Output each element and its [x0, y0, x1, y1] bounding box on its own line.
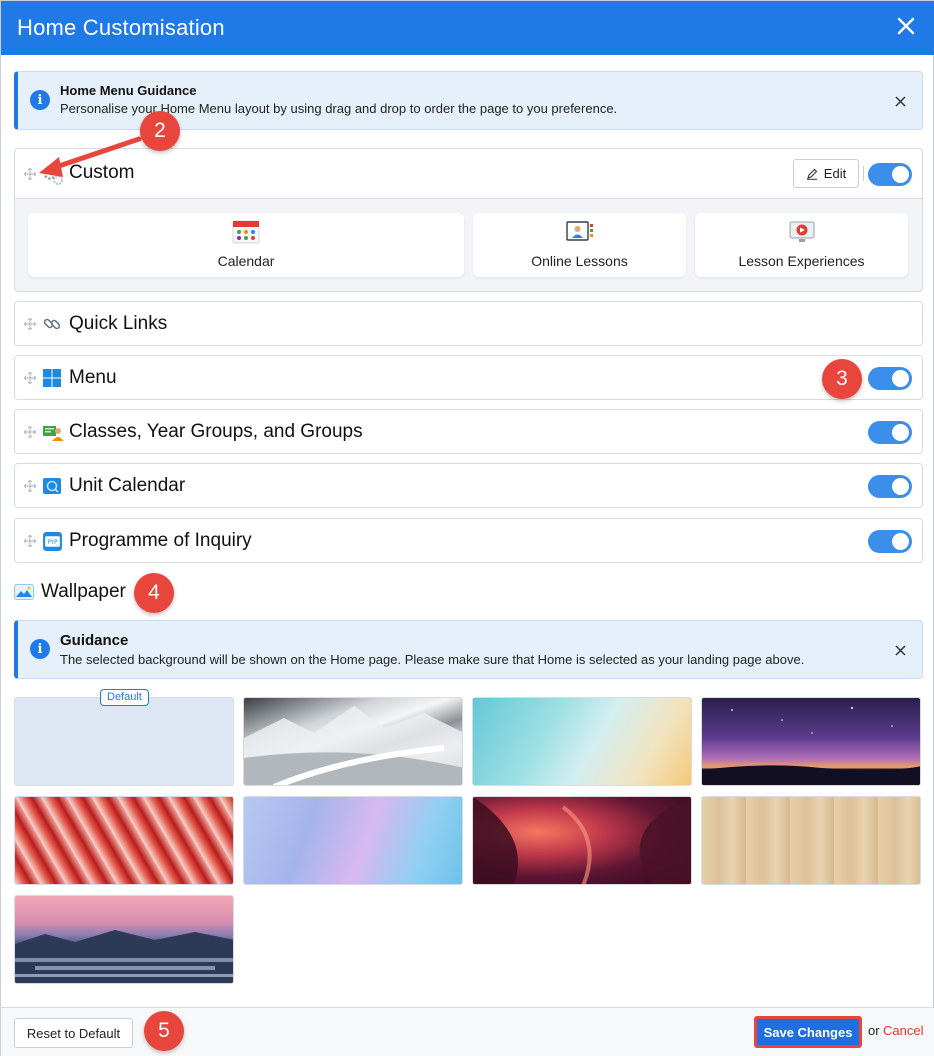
wallpaper-light-wood[interactable] — [701, 796, 921, 885]
wallpaper-red-canyon[interactable] — [472, 796, 692, 885]
custom-tile-calendar[interactable]: Calendar — [28, 213, 464, 277]
guidance-text: The selected background will be shown on… — [60, 652, 805, 667]
wallpaper-default-light-blue[interactable] — [14, 697, 234, 786]
section-label: Menu — [69, 366, 117, 388]
landscape-icon — [14, 584, 34, 600]
modal-footer: Reset to Default Save Changes or Cancel — [1, 1007, 934, 1056]
dismiss-guidance-icon[interactable] — [892, 93, 908, 109]
wallpaper-sunset-waterfalls[interactable] — [14, 895, 234, 984]
drag-handle-icon[interactable] — [24, 479, 36, 492]
pyp-icon: PYP — [43, 531, 62, 551]
divider — [863, 166, 864, 181]
drag-handle-icon[interactable] — [24, 425, 36, 438]
tile-label: Calendar — [217, 253, 275, 269]
guidance-title: Guidance — [60, 632, 129, 649]
wallpaper-purple-night-sky[interactable] — [701, 697, 921, 786]
programme-of-inquiry-toggle[interactable] — [868, 529, 912, 553]
windows-grid-icon — [43, 368, 61, 387]
custom-tile-online-lessons[interactable]: Online Lessons — [473, 213, 686, 277]
callout-badge: 2 — [140, 111, 180, 151]
callout-badge: 3 — [822, 359, 862, 399]
modal-header: Home Customisation — [1, 1, 934, 55]
cancel-link[interactable]: Cancel — [883, 1023, 923, 1038]
link-icon — [43, 318, 61, 329]
section-label: Unit Calendar — [69, 474, 186, 496]
modal-title: Home Customisation — [17, 15, 225, 40]
custom-section-header[interactable]: Custom Edit — [15, 149, 922, 199]
wallpaper-turquoise-watercolor[interactable] — [472, 697, 692, 786]
home-customisation-modal: Home Customisation i Home Menu Guidance … — [0, 0, 934, 1056]
wallpaper-guidance-alert: i Guidance The selected background will … — [14, 620, 923, 679]
svg-text:PYP: PYP — [47, 540, 58, 546]
callout-badge: 4 — [134, 573, 174, 613]
wallpaper-red-motion-streaks[interactable] — [14, 796, 234, 885]
menu-toggle[interactable] — [868, 366, 912, 390]
unit-calendar-icon — [43, 477, 61, 494]
edit-button[interactable]: Edit — [793, 159, 859, 188]
wallpaper-label: Wallpaper — [41, 581, 126, 602]
tile-label: Online Lessons — [531, 253, 628, 269]
edit-button-label: Edit — [823, 166, 847, 181]
or-text: or — [868, 1023, 880, 1038]
custom-tile-lesson-experiences[interactable]: Lesson Experiences — [695, 213, 908, 277]
pencil-icon — [806, 168, 818, 180]
drag-handle-icon[interactable] — [24, 317, 36, 330]
info-icon: i — [30, 90, 50, 110]
default-badge: Default — [100, 689, 149, 706]
guidance-text: Personalise your Home Menu layout by usi… — [60, 101, 618, 116]
section-classes-year-groups[interactable]: Classes, Year Groups, and Groups — [14, 409, 923, 454]
callout-badge: 5 — [144, 1011, 184, 1051]
classes-icon — [43, 425, 64, 441]
info-icon: i — [30, 639, 50, 659]
lesson-experiences-icon — [789, 221, 814, 242]
section-label: Classes, Year Groups, and Groups — [69, 420, 363, 442]
dismiss-guidance-icon[interactable] — [892, 642, 908, 658]
drag-handle-icon[interactable] — [24, 371, 36, 384]
section-menu[interactable]: Menu — [14, 355, 923, 400]
section-unit-calendar[interactable]: Unit Calendar — [14, 463, 923, 508]
section-label: Programme of Inquiry — [69, 529, 252, 551]
drag-handle-icon[interactable] — [24, 534, 36, 547]
wallpaper-snowy-mountain-road[interactable] — [243, 697, 463, 786]
unit-calendar-toggle[interactable] — [868, 474, 912, 498]
classes-toggle[interactable] — [868, 420, 912, 444]
callout-arrow-icon — [39, 136, 142, 177]
close-icon[interactable] — [891, 11, 921, 41]
section-programme-of-inquiry[interactable]: PYP Programme of Inquiry — [14, 518, 923, 563]
wallpaper-pastel-gradient[interactable] — [243, 796, 463, 885]
reset-to-default-button[interactable]: Reset to Default — [14, 1018, 133, 1048]
section-label: Quick Links — [69, 312, 168, 334]
section-quick-links[interactable]: Quick Links — [14, 301, 923, 346]
tile-label: Lesson Experiences — [738, 253, 865, 269]
online-lessons-icon — [565, 221, 593, 241]
calendar-icon — [232, 220, 260, 244]
custom-toggle[interactable] — [868, 163, 912, 186]
save-changes-button[interactable]: Save Changes — [754, 1016, 862, 1048]
guidance-title: Home Menu Guidance — [60, 83, 197, 98]
